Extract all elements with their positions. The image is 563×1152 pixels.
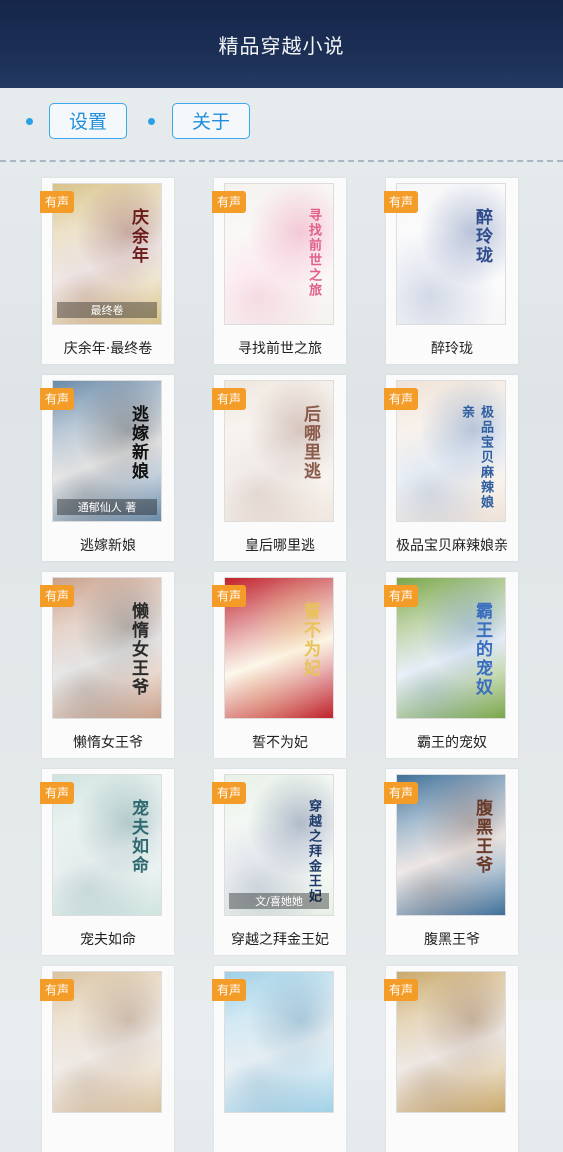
book-title[interactable]: 宠夫如命 [42,929,174,949]
audio-badge: 有声 [212,585,246,607]
book-card[interactable]: 腹黑王爷 有声腹黑王爷 [384,769,518,955]
book-title[interactable]: 腹黑王爷 [386,929,518,949]
book-title[interactable]: 穿越之拜金王妃 [214,929,346,949]
bullet-dot-icon [26,118,33,125]
audio-badge: 有声 [40,585,74,607]
cover-subtitle-text: 文/喜她她 [229,893,329,909]
audio-badge: 有声 [212,388,246,410]
book-title[interactable]: 誓不为妃 [214,732,346,752]
audio-badge: 有声 [384,782,418,804]
audio-badge: 有声 [384,585,418,607]
book-title[interactable]: 逃嫁新娘 [42,535,174,555]
bullet-dot-icon [148,118,155,125]
book-card[interactable]: 誓不为妃 有声誓不为妃 [212,572,346,758]
app-header: 精品穿越小说 [0,0,563,88]
page-title: 精品穿越小说 [218,34,345,58]
book-card[interactable]: 懒惰女王爷 有声懒惰女王爷 [40,572,174,758]
audio-badge: 有声 [384,191,418,213]
cover-title-text: 后哪里逃 [300,405,320,481]
cover-title-text: 懒惰女王爷 [128,602,148,697]
cover-title-text: 霸王的宠奴 [472,602,492,697]
book-card[interactable]: 有声 [40,966,174,1152]
divider [0,160,563,162]
cover-subtitle-text: 最终卷 [57,302,157,318]
audio-badge: 有声 [212,979,246,1001]
audio-badge: 有声 [40,979,74,1001]
cover-title-text: 逃嫁新娘 [128,405,148,481]
book-card[interactable]: 庆余年最终卷 有声庆余年·最终卷 [40,178,174,364]
book-title[interactable]: 皇后哪里逃 [214,535,346,555]
cover-title-text: 誓不为妃 [300,602,320,678]
audio-badge: 有声 [40,388,74,410]
book-card[interactable]: 极品宝贝麻辣娘亲 有声 极品宝贝麻辣娘亲 [384,375,518,561]
cover-title-text: 宠夫如命 [128,799,148,875]
book-card[interactable]: 有声 [212,966,346,1152]
toolbar: 设置 关于 [0,88,563,160]
book-title[interactable]: 懒惰女王爷 [42,732,174,752]
audio-badge: 有声 [384,388,418,410]
book-title[interactable]: 极品宝贝麻辣娘亲 [386,535,518,555]
book-card[interactable]: 醉玲珑 有声醉玲珑 [384,178,518,364]
book-card[interactable]: 穿越之拜金王妃 文/喜她她 有声 穿越之拜金王妃 [212,769,346,955]
book-card[interactable]: 寻找前世之旅 有声 寻找前世之旅 [212,178,346,364]
book-title[interactable]: 醉玲珑 [386,338,518,358]
cover-title-text: 寻找前世之旅 [306,208,321,298]
cover-title-text: 穿越之拜金王妃 [306,799,321,904]
about-button[interactable]: 关于 [172,103,250,139]
book-card[interactable]: 逃嫁新娘 通郁仙人 著有声 逃嫁新娘 [40,375,174,561]
book-title[interactable]: 庆余年·最终卷 [42,338,174,358]
cover-title-text: 极品宝贝麻辣娘亲 [459,405,493,510]
book-card[interactable]: 宠夫如命 有声宠夫如命 [40,769,174,955]
settings-button[interactable]: 设置 [49,103,127,139]
audio-badge: 有声 [384,979,418,1001]
book-card[interactable]: 有声 [384,966,518,1152]
cover-title-text: 腹黑王爷 [472,799,492,875]
audio-badge: 有声 [212,782,246,804]
book-title[interactable]: 寻找前世之旅 [214,338,346,358]
audio-badge: 有声 [40,191,74,213]
book-card[interactable]: 霸王的宠奴 有声霸王的宠奴 [384,572,518,758]
cover-subtitle-text: 通郁仙人 著 [57,499,157,515]
cover-title-text: 醉玲珑 [472,208,492,265]
cover-title-text: 庆余年 [128,208,148,265]
audio-badge: 有声 [212,191,246,213]
book-title[interactable]: 霸王的宠奴 [386,732,518,752]
audio-badge: 有声 [40,782,74,804]
book-card[interactable]: 后哪里逃 有声皇后哪里逃 [212,375,346,561]
